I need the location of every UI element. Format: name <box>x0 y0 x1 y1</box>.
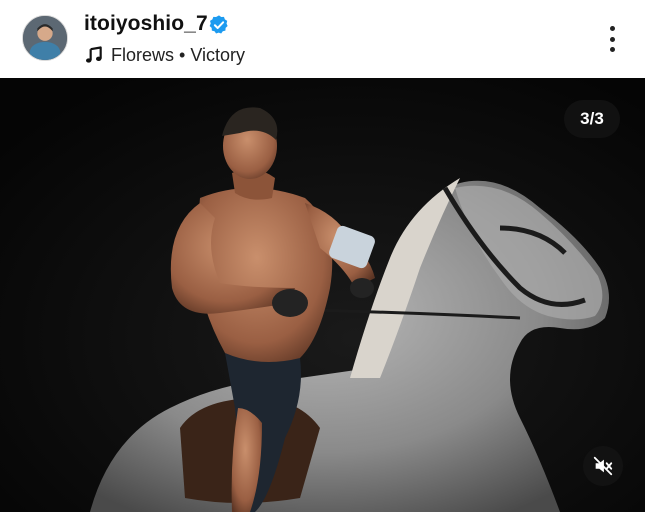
carousel-counter: 3/3 <box>564 100 620 138</box>
post-media[interactable]: 3/3 <box>0 78 645 512</box>
avatar-image <box>23 16 67 60</box>
music-note-icon <box>84 45 104 65</box>
music-row[interactable]: Florews • Victory <box>84 44 245 66</box>
avatar[interactable] <box>22 15 68 61</box>
username[interactable]: itoiyoshio_7 <box>84 12 208 36</box>
more-dot <box>609 26 615 31</box>
verified-badge-icon <box>208 14 230 36</box>
post-header: itoiyoshio_7 Florews • Victory <box>0 0 645 78</box>
speaker-muted-icon[interactable] <box>583 446 623 486</box>
more-dot <box>609 36 615 42</box>
song-label: Florews • Victory <box>111 44 245 65</box>
post-photo <box>0 78 645 512</box>
more-options-icon[interactable] <box>600 24 624 54</box>
more-dot <box>609 47 615 52</box>
